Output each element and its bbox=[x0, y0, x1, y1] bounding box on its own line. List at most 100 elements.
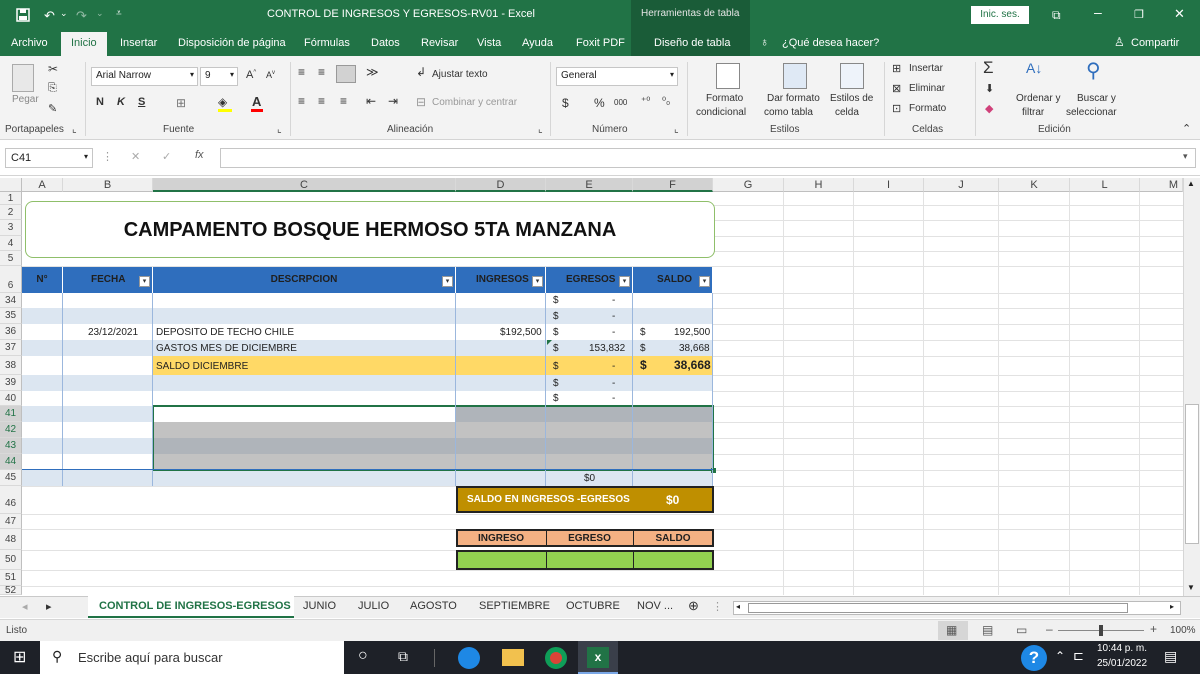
cell-e40-value[interactable]: - bbox=[612, 391, 615, 406]
cell-e34-value[interactable]: - bbox=[612, 293, 615, 308]
formula-input[interactable] bbox=[220, 148, 1196, 168]
scroll-up-icon[interactable]: ▲ bbox=[1187, 179, 1195, 188]
cell-e35-value[interactable]: - bbox=[612, 309, 615, 324]
row-header-2[interactable]: 2 bbox=[0, 205, 22, 220]
table-row-35[interactable] bbox=[22, 308, 713, 324]
row-header-6[interactable]: 6 bbox=[0, 266, 22, 293]
paste-label[interactable]: Pegar bbox=[12, 94, 39, 105]
column-header-l[interactable]: L bbox=[1070, 178, 1140, 192]
help-icon[interactable]: ? bbox=[1021, 645, 1047, 671]
chrome-icon[interactable] bbox=[545, 647, 567, 669]
scroll-down-icon[interactable]: ▼ bbox=[1187, 583, 1195, 592]
undo-dropdown-icon[interactable]: ⌄ bbox=[60, 8, 68, 19]
column-header-k[interactable]: K bbox=[999, 178, 1070, 192]
row-header-52[interactable]: 52 bbox=[0, 586, 22, 595]
cut-icon[interactable]: ✂ bbox=[48, 62, 58, 76]
cell-styles-label-2[interactable]: celda bbox=[835, 107, 859, 118]
row-header-42[interactable]: 42 bbox=[0, 422, 22, 438]
column-header-j[interactable]: J bbox=[924, 178, 999, 192]
format-painter-icon[interactable]: ✎ bbox=[48, 102, 57, 115]
tabs-divider-icon[interactable]: ⋮ bbox=[712, 600, 723, 613]
find-select-icon[interactable]: ⚲ bbox=[1086, 58, 1101, 83]
alignment-dialog-launcher-icon[interactable]: ⌞ bbox=[538, 124, 543, 135]
cell-e36-currency[interactable]: $ bbox=[553, 325, 559, 340]
header-num[interactable]: N° bbox=[22, 267, 63, 293]
share-button[interactable]: Compartir bbox=[1131, 37, 1179, 49]
delete-cells-button[interactable]: Eliminar bbox=[909, 83, 945, 94]
sheet-tab-julio[interactable]: JULIO bbox=[358, 600, 389, 612]
row-header-1[interactable]: 1 bbox=[0, 192, 22, 205]
font-dialog-launcher-icon[interactable]: ⌞ bbox=[277, 124, 282, 135]
decrease-indent-icon[interactable]: ⇤ bbox=[366, 94, 376, 108]
insert-cells-icon[interactable]: ⊞ bbox=[892, 62, 901, 75]
mini-header-ingreso[interactable]: INGRESO bbox=[456, 531, 546, 546]
autosum-icon[interactable]: Σ bbox=[983, 58, 994, 78]
horizontal-scrollbar[interactable]: ◂ ▸ bbox=[733, 601, 1181, 615]
ribbon-display-options-icon[interactable]: ⧉ bbox=[1052, 8, 1061, 23]
thousands-button[interactable]: 000 bbox=[614, 98, 627, 107]
increase-indent-icon[interactable]: ⇥ bbox=[388, 94, 398, 108]
sort-filter-label-2[interactable]: filtrar bbox=[1022, 107, 1044, 118]
cell-b36-fecha[interactable]: 23/12/2021 bbox=[88, 325, 138, 340]
undo-icon[interactable]: ↶ bbox=[44, 8, 55, 24]
scroll-left-icon[interactable]: ◂ bbox=[736, 602, 740, 611]
row-header-40[interactable]: 40 bbox=[0, 391, 22, 406]
expand-formula-icon[interactable]: ▾ bbox=[1183, 151, 1188, 162]
cell-e39-value[interactable]: - bbox=[612, 376, 615, 391]
tab-revisar[interactable]: Revisar bbox=[421, 37, 458, 49]
borders-icon[interactable]: ⊞ bbox=[176, 96, 186, 110]
fill-color-icon[interactable]: ◈ bbox=[218, 95, 227, 109]
sheet-tab-junio[interactable]: JUNIO bbox=[303, 600, 336, 612]
customize-toolbar-icon[interactable]: ⩡ bbox=[116, 8, 122, 19]
row-header-43[interactable]: 43 bbox=[0, 438, 22, 454]
cell-e35-currency[interactable]: $ bbox=[553, 309, 559, 324]
cell-f37-currency[interactable]: $ bbox=[640, 341, 646, 356]
row-header-3[interactable]: 3 bbox=[0, 220, 22, 236]
paste-icon[interactable] bbox=[12, 64, 34, 92]
share-icon[interactable]: ♙ bbox=[1114, 35, 1125, 49]
zoom-slider-thumb[interactable] bbox=[1099, 625, 1103, 636]
filter-saldo-icon[interactable]: ▾ bbox=[699, 276, 710, 287]
cell-e38-currency[interactable]: $ bbox=[553, 359, 559, 374]
excel-taskbar-active[interactable]: x bbox=[578, 641, 618, 674]
increase-decimal-icon[interactable]: ⁺⁰ bbox=[641, 96, 650, 107]
title-banner[interactable]: CAMPAMENTO BOSQUE HERMOSO 5TA MANZANA bbox=[25, 201, 715, 258]
column-header-d[interactable]: D bbox=[456, 178, 546, 192]
cell-e45-total[interactable]: $0 bbox=[584, 471, 595, 486]
summary-box[interactable]: SALDO EN INGRESOS -EGRESOS $0 bbox=[456, 486, 714, 513]
zoom-level[interactable]: 100% bbox=[1170, 625, 1196, 636]
close-icon[interactable]: ✕ bbox=[1174, 6, 1185, 22]
add-sheet-icon[interactable]: ⊕ bbox=[688, 598, 699, 614]
align-left-icon[interactable]: ≡ bbox=[298, 94, 305, 108]
sheet-tab-agosto[interactable]: AGOSTO bbox=[410, 600, 457, 612]
collapse-ribbon-icon[interactable]: ⌃ bbox=[1182, 122, 1191, 135]
task-view-icon[interactable]: ⧉ bbox=[398, 648, 408, 665]
format-as-table-label-1[interactable]: Dar formato bbox=[767, 93, 820, 104]
tab-vista[interactable]: Vista bbox=[477, 37, 501, 49]
column-header-b[interactable]: B bbox=[63, 178, 153, 192]
merge-center-button[interactable]: Combinar y centrar bbox=[432, 97, 517, 108]
redo-icon[interactable]: ↷ bbox=[76, 8, 87, 24]
copy-icon[interactable]: ⎘ bbox=[48, 82, 57, 95]
tab-disposicion[interactable]: Disposición de página bbox=[178, 37, 286, 49]
sheet-tab-septiembre[interactable]: SEPTIEMBRE bbox=[479, 600, 550, 612]
network-icon[interactable]: ⊏ bbox=[1073, 648, 1084, 664]
format-cells-icon[interactable]: ⊡ bbox=[892, 102, 901, 115]
insert-cells-button[interactable]: Insertar bbox=[909, 63, 943, 74]
cell-c38-desc[interactable]: SALDO DICIEMBRE bbox=[156, 359, 248, 374]
cell-f37-saldo[interactable]: 38,668 bbox=[679, 341, 710, 356]
sort-filter-icon[interactable]: A↓ bbox=[1026, 60, 1042, 76]
clock-time[interactable]: 10:44 p. m. bbox=[1097, 643, 1147, 654]
fill-icon[interactable]: ⬇ bbox=[985, 82, 994, 95]
clear-icon[interactable]: ◆ bbox=[985, 102, 993, 115]
cell-e37-egreso[interactable]: 153,832 bbox=[589, 341, 625, 356]
tab-insertar[interactable]: Insertar bbox=[120, 37, 157, 49]
redo-dropdown-icon[interactable]: ⌄ bbox=[96, 8, 104, 19]
mini-header-egreso[interactable]: EGRESO bbox=[546, 531, 633, 546]
format-as-table-label-2[interactable]: como tabla bbox=[764, 107, 813, 118]
column-header-e[interactable]: E bbox=[546, 178, 633, 192]
taskbar-search-box[interactable]: ⚲ Escribe aquí para buscar bbox=[40, 641, 344, 674]
conditional-format-label-1[interactable]: Formato bbox=[706, 93, 743, 104]
cell-f36-saldo[interactable]: 192,500 bbox=[674, 325, 710, 340]
delete-cells-icon[interactable]: ⊠ bbox=[892, 82, 901, 95]
